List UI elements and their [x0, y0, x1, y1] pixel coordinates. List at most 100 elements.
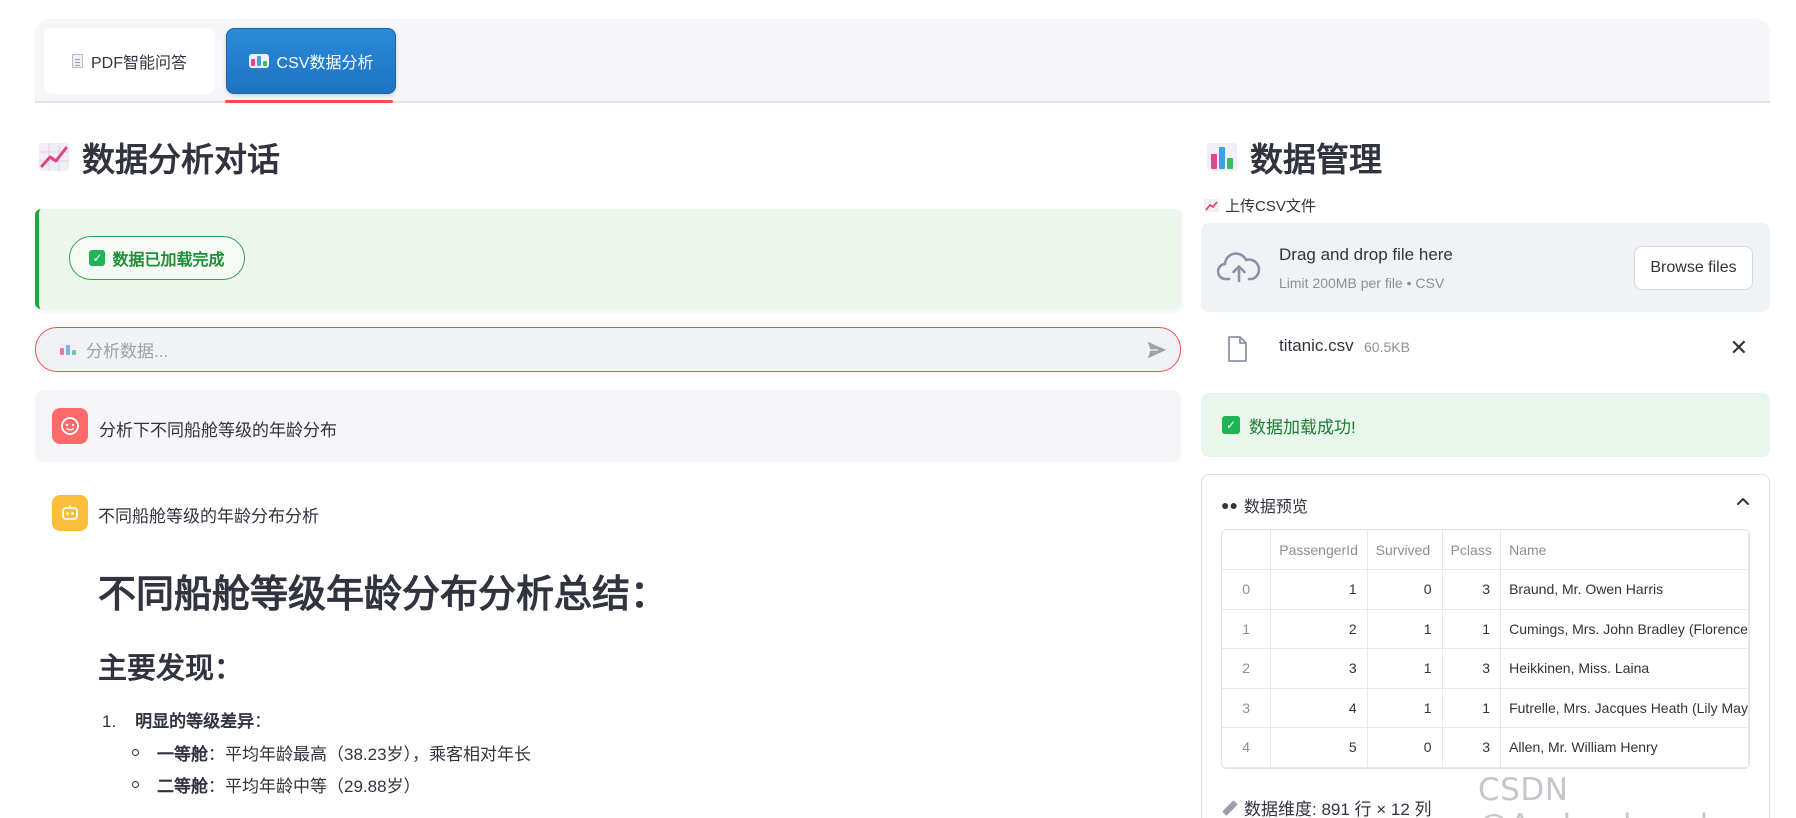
list-item-text: ： [254, 712, 272, 731]
load-success-alert: ✓ 数据加载成功! [1201, 393, 1770, 457]
summary-heading: 不同船舱等级年龄分布分析总结： [98, 574, 669, 616]
file-dropzone[interactable]: Drag and drop file here Limit 200MB per … [1201, 223, 1770, 312]
user-message-text: 分析下不同船舱等级的年龄分布 [99, 421, 337, 440]
document-icon [71, 54, 83, 68]
table-cell[interactable]: 3 [1442, 569, 1502, 610]
table-cell[interactable]: 4 [1270, 688, 1368, 728]
status-badge-label: 数据已加载完成 [112, 252, 225, 269]
table-cell[interactable]: Heikkinen, Miss. Laina [1500, 648, 1749, 689]
column-header[interactable]: Survived [1367, 530, 1443, 570]
list-item-bold: 二等舱 [157, 777, 208, 796]
cloud-upload-icon [1217, 252, 1261, 283]
column-header[interactable]: Pclass [1442, 530, 1502, 570]
column-header[interactable] [1222, 530, 1272, 570]
list-item: 一等舱：平均年龄最高（38.23岁），乘客相对年长 [132, 740, 531, 765]
eyes-icon: ●● [1221, 497, 1238, 513]
findings-heading: 主要发现： [98, 653, 244, 685]
assistant-avatar-icon [52, 495, 88, 531]
tab-label: CSV数据分析 [276, 55, 374, 72]
table-cell[interactable]: 3 [1270, 648, 1368, 689]
list-item-bold: 一等舱 [157, 745, 208, 764]
check-icon: ✓ [89, 250, 106, 266]
table-cell[interactable]: Cumings, Mrs. John Bradley (Florence [1500, 609, 1749, 649]
bar-chart-icon [248, 54, 269, 68]
chat-input-placeholder: 分析数据... [86, 342, 169, 361]
data-loaded-banner: ✓ 数据已加载完成 [35, 209, 1181, 309]
trend-chart-icon [39, 143, 69, 171]
table-cell[interactable]: 1 [1270, 569, 1368, 610]
data-dimensions: 数据维度: 891 行 × 12 列 [1222, 795, 1432, 818]
table-cell[interactable]: 1 [1367, 609, 1443, 649]
table-cell[interactable]: 5 [1270, 727, 1368, 768]
list-item-text: ：平均年龄最高（38.23岁），乘客相对年长 [208, 745, 532, 764]
remove-file-close-icon[interactable]: ✕ [1730, 335, 1748, 361]
table-cell[interactable]: 0 [1367, 569, 1443, 610]
ruler-icon [1222, 799, 1238, 816]
bar-chart-icon [58, 342, 78, 357]
table-cell[interactable]: Futrelle, Mrs. Jacques Heath (Lily May [1500, 688, 1749, 728]
list-item: 1. 明显的等级差异： [102, 707, 271, 732]
data-preview-table[interactable]: PassengerId Survived Pclass Name 0 1 0 3… [1221, 529, 1750, 769]
data-preview-header[interactable]: ●● 数据预览 [1221, 493, 1308, 517]
file-size: 60.5KB [1364, 339, 1410, 355]
upload-label: 上传CSV文件 [1204, 195, 1316, 216]
user-avatar-icon [52, 408, 88, 444]
table-row: 2 3 1 3 Heikkinen, Miss. Laina [1222, 648, 1749, 689]
row-index: 3 [1222, 688, 1272, 728]
row-index: 1 [1222, 609, 1272, 649]
table-header-row: PassengerId Survived Pclass Name [1222, 530, 1749, 570]
data-management-title: 数据管理 [1206, 133, 1382, 181]
send-icon[interactable] [1146, 339, 1168, 361]
bar-chart-icon [1207, 143, 1237, 171]
trend-chart-icon [1204, 199, 1219, 212]
table-cell[interactable]: Braund, Mr. Owen Harris [1500, 569, 1749, 610]
chat-section-title: 数据分析对话 [38, 133, 280, 181]
page-title: 数据分析对话 [82, 141, 280, 178]
table-cell[interactable]: 1 [1367, 648, 1443, 689]
table-row: 4 5 0 3 Allen, Mr. William Henry [1222, 727, 1749, 768]
table-row: 3 4 1 1 Futrelle, Mrs. Jacques Heath (Li… [1222, 688, 1749, 728]
list-item-text: ：平均年龄中等（29.88岁） [208, 777, 421, 796]
table-row: 0 1 0 3 Braund, Mr. Owen Harris [1222, 569, 1749, 610]
assistant-message-title: 不同船舱等级的年龄分布分析 [98, 507, 319, 526]
dropzone-title: Drag and drop file here [1279, 245, 1453, 264]
table-cell[interactable]: Allen, Mr. William Henry [1500, 727, 1749, 768]
row-index: 2 [1222, 648, 1272, 689]
table-cell[interactable]: 1 [1442, 609, 1502, 649]
row-index: 0 [1222, 569, 1272, 610]
list-index: 1. [102, 712, 117, 731]
table-cell[interactable]: 1 [1367, 688, 1443, 728]
success-alert-text: 数据加载成功! [1249, 417, 1356, 437]
table-cell[interactable]: 3 [1442, 727, 1502, 768]
active-tab-indicator [225, 100, 393, 103]
column-header[interactable]: PassengerId [1270, 530, 1368, 570]
tab-label: PDF智能问答 [90, 55, 187, 72]
chevron-up-icon[interactable] [1735, 493, 1751, 509]
table-cell[interactable]: 2 [1270, 609, 1368, 649]
section-title: 数据管理 [1250, 141, 1382, 178]
user-message: 分析下不同船舱等级的年龄分布 [35, 390, 1181, 462]
file-name: titanic.csv [1279, 336, 1354, 355]
bullet-icon [132, 749, 139, 756]
tab-pdf-qa[interactable]: PDF智能问答 [44, 28, 215, 94]
file-icon [1228, 336, 1247, 362]
table-cell[interactable]: 0 [1367, 727, 1443, 768]
upload-label-text: 上传CSV文件 [1225, 198, 1316, 215]
bullet-icon [132, 781, 139, 788]
status-badge: ✓ 数据已加载完成 [69, 236, 245, 280]
table-cell[interactable]: 3 [1442, 648, 1502, 689]
list-item: 二等舱：平均年龄中等（29.88岁） [132, 772, 421, 797]
browse-files-button[interactable]: Browse files [1634, 246, 1753, 290]
tab-bar: PDF智能问答 CSV数据分析 [35, 19, 1770, 103]
tab-csv-analysis[interactable]: CSV数据分析 [226, 28, 396, 94]
column-header[interactable]: Name [1500, 530, 1749, 570]
check-icon: ✓ [1222, 416, 1240, 434]
data-preview-label: 数据预览 [1243, 499, 1308, 516]
uploaded-file: titanic.csv 60.5KB ✕ [1201, 325, 1770, 375]
list-item-bold: 明显的等级差异 [135, 712, 255, 731]
dropzone-limit: Limit 200MB per file • CSV [1279, 275, 1445, 291]
chat-input[interactable]: 分析数据... [35, 327, 1181, 372]
row-index: 4 [1222, 727, 1272, 768]
table-cell[interactable]: 1 [1442, 688, 1502, 728]
data-dimensions-text: 数据维度: 891 行 × 12 列 [1244, 800, 1432, 818]
